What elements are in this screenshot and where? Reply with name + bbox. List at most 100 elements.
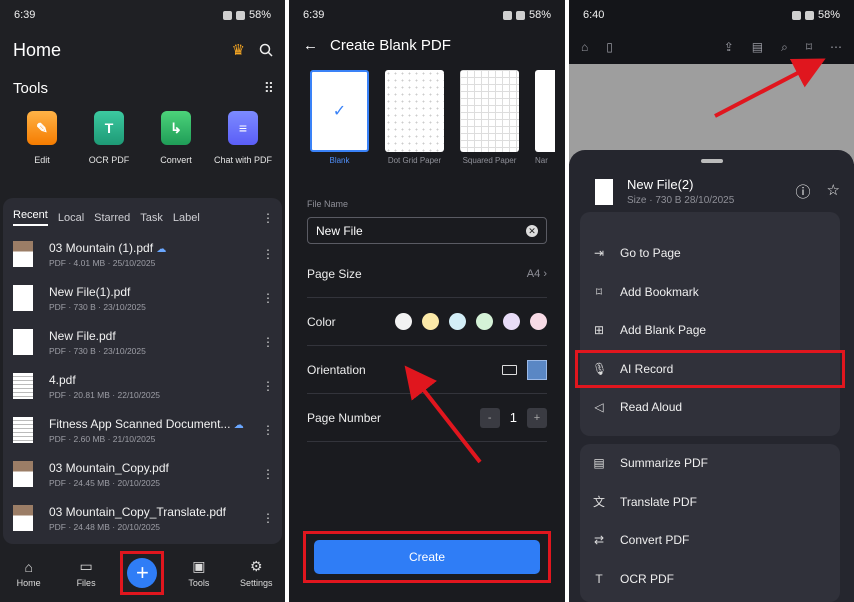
bookmark-icon: ⌑ xyxy=(595,284,603,299)
file-menu-icon[interactable]: ⋮ xyxy=(262,423,274,437)
back-arrow-icon[interactable]: ← xyxy=(303,37,318,54)
list-item[interactable]: 03 Mountain_Copy_Translate.pdf PDF · 24.4… xyxy=(3,496,282,540)
cloud-icon: ☁ xyxy=(233,419,244,431)
grid-icon[interactable]: ⠿ xyxy=(264,80,274,97)
color-swatch[interactable] xyxy=(530,313,547,330)
decrement-button[interactable]: - xyxy=(479,407,500,428)
landscape-icon[interactable] xyxy=(502,364,517,375)
status-bar: 6:40 58% xyxy=(569,0,854,30)
list-item[interactable]: 03 Mountain (1).pdf ☁ PDF · 4.01 MB · 25/… xyxy=(3,232,282,276)
color-swatch[interactable] xyxy=(476,313,493,330)
file-thumbnail xyxy=(13,505,33,531)
page-size-value: A4 xyxy=(526,267,541,280)
file-list: 03 Mountain (1).pdf ☁ PDF · 4.01 MB · 25/… xyxy=(3,232,282,540)
status-time: 6:39 xyxy=(303,9,325,21)
tab-task[interactable]: Task xyxy=(140,212,163,224)
create-blank-pdf-screen: 6:39 58% ← Create Blank PDF ✓ Blank Dot … xyxy=(289,0,565,602)
color-swatch[interactable] xyxy=(503,313,520,330)
toolbox-icon: ▣ xyxy=(192,558,206,574)
list-item[interactable]: New File.pdf PDF · 730 B · 23/10/2025 ⋮ xyxy=(3,320,282,364)
menu-item-ai-record[interactable]: 🎙 AI Record xyxy=(575,349,845,388)
file-tabs: Recent Local Starred Task Label ⋮ xyxy=(3,198,282,226)
menu-item-convert-pdf[interactable]: ⇄ Convert PDF xyxy=(580,521,840,560)
color-swatch[interactable] xyxy=(422,313,439,330)
color-swatch[interactable] xyxy=(395,313,412,330)
menu-item-go-to-page[interactable]: ⇥ Go to Page xyxy=(580,234,840,273)
increment-button[interactable]: + xyxy=(527,407,547,428)
nav-settings[interactable]: ⚙ Settings xyxy=(233,558,279,588)
template-picker: ✓ Blank Dot Grid Paper Squared Paper Nar xyxy=(289,60,565,165)
file-title: New File(2) xyxy=(627,177,694,192)
folder-icon: ▭ xyxy=(79,558,93,574)
page-icon[interactable]: ▯ xyxy=(606,40,613,54)
add-button-highlight: + xyxy=(120,551,165,595)
tab-starred[interactable]: Starred xyxy=(94,212,130,224)
menu-item-translate-pdf[interactable]: 文 Translate PDF xyxy=(580,483,840,522)
template-blank[interactable]: ✓ Blank xyxy=(310,70,369,165)
add-button[interactable]: + xyxy=(127,558,158,588)
nav-files[interactable]: ▭ Files xyxy=(63,558,109,588)
list-item[interactable]: New File(1).pdf PDF · 730 B · 23/10/2025 … xyxy=(3,276,282,320)
alarm-icon xyxy=(791,10,801,20)
file-menu-icon[interactable]: ⋮ xyxy=(262,379,274,393)
create-button[interactable]: Create xyxy=(314,540,540,574)
file-menu-icon[interactable]: ⋮ xyxy=(262,291,274,305)
file-meta: Size · 730 B 28/10/2025 xyxy=(627,195,735,206)
checkmark-icon: ✓ xyxy=(332,103,347,120)
menu-item-summarize-pdf[interactable]: ▤ Summarize PDF xyxy=(580,444,840,483)
search-icon[interactable]: ⌕ xyxy=(781,40,788,55)
file-menu-icon[interactable]: ⋮ xyxy=(262,511,274,525)
tool-ocr-pdf[interactable]: T OCR PDF xyxy=(77,111,141,165)
tab-recent[interactable]: Recent xyxy=(13,209,48,226)
info-icon[interactable]: ⓘ xyxy=(796,181,811,202)
tool-edit[interactable]: ✎ Edit xyxy=(10,111,74,165)
status-bar: 6:39 58% xyxy=(0,0,285,30)
convert-icon: ⇄ xyxy=(593,533,605,548)
template-dot-grid[interactable]: Dot Grid Paper xyxy=(385,70,444,165)
crown-icon[interactable]: ♛ xyxy=(232,41,245,59)
file-name-label: File Name xyxy=(307,199,349,209)
file-menu-icon[interactable]: ⋮ xyxy=(262,247,274,261)
list-item[interactable]: 4.pdf PDF · 20.81 MB · 22/10/2025 ⋮ xyxy=(3,364,282,408)
portrait-icon[interactable] xyxy=(527,359,547,380)
translate-icon: 文 xyxy=(592,495,605,510)
search-icon[interactable] xyxy=(259,43,273,57)
menu-item-add-bookmark[interactable]: ⌑ Add Bookmark xyxy=(580,273,840,312)
home-icon[interactable]: ⌂ xyxy=(581,40,588,54)
menu-item-add-blank-page[interactable]: ⊞ Add Blank Page xyxy=(580,311,840,350)
ocr-icon: T xyxy=(94,111,124,145)
template-narrow[interactable]: Nar xyxy=(535,70,555,165)
nav-home[interactable]: ⌂ Home xyxy=(6,559,52,588)
tab-local[interactable]: Local xyxy=(58,212,84,224)
edit-icon: ✎ xyxy=(27,111,57,145)
tools-row: ✎ Edit T OCR PDF ↳ Convert ≡ Chat with P… xyxy=(0,97,285,165)
file-thumbnail xyxy=(13,285,33,311)
summarize-icon: ▤ xyxy=(593,456,605,471)
star-icon[interactable]: ☆ xyxy=(827,181,840,202)
clear-icon[interactable]: ✕ xyxy=(526,224,538,237)
nav-tools[interactable]: ▣ Tools xyxy=(176,558,222,588)
cloud-icon: ☁ xyxy=(156,243,167,255)
file-menu-icon[interactable]: ⋮ xyxy=(262,335,274,349)
file-menu-icon[interactable]: ⋮ xyxy=(262,467,274,481)
file-header: New File(2) Size · 730 B 28/10/2025 ⓘ ☆ xyxy=(569,163,854,206)
edit-mode-icon[interactable]: ▤ xyxy=(752,40,763,54)
tool-convert[interactable]: ↳ Convert xyxy=(144,111,208,165)
tool-chat-with-pdf[interactable]: ≡ Chat with PDF xyxy=(211,111,275,165)
list-item[interactable]: 03 Mountain_Copy.pdf PDF · 24.45 MB · 20/… xyxy=(3,452,282,496)
page-number-row: Page Number - 1 + xyxy=(307,394,547,442)
color-swatch[interactable] xyxy=(449,313,466,330)
menu-item-ocr-pdf[interactable]: T OCR PDF xyxy=(580,560,840,599)
file-name-field[interactable]: New File ✕ xyxy=(307,217,547,244)
list-item[interactable]: Fitness App Scanned Document... ☁ PDF · 2… xyxy=(3,408,282,452)
page-size-row[interactable]: Page Size A4 › xyxy=(307,250,547,298)
more-icon[interactable]: ⋯ xyxy=(830,40,842,54)
add-page-icon: ⊞ xyxy=(593,323,605,338)
template-squared[interactable]: Squared Paper xyxy=(460,70,519,165)
more-options-icon[interactable]: ⋮ xyxy=(262,211,274,225)
menu-item-read-aloud[interactable]: ◁ Read Aloud xyxy=(580,388,840,427)
share-icon[interactable]: ⇪ xyxy=(724,40,734,54)
bookmark-icon[interactable]: ⌑ xyxy=(806,40,812,54)
tab-label[interactable]: Label xyxy=(173,212,200,224)
menu-group-ai-tools: ▤ Summarize PDF 文 Translate PDF ⇄ Convert P… xyxy=(580,444,840,602)
